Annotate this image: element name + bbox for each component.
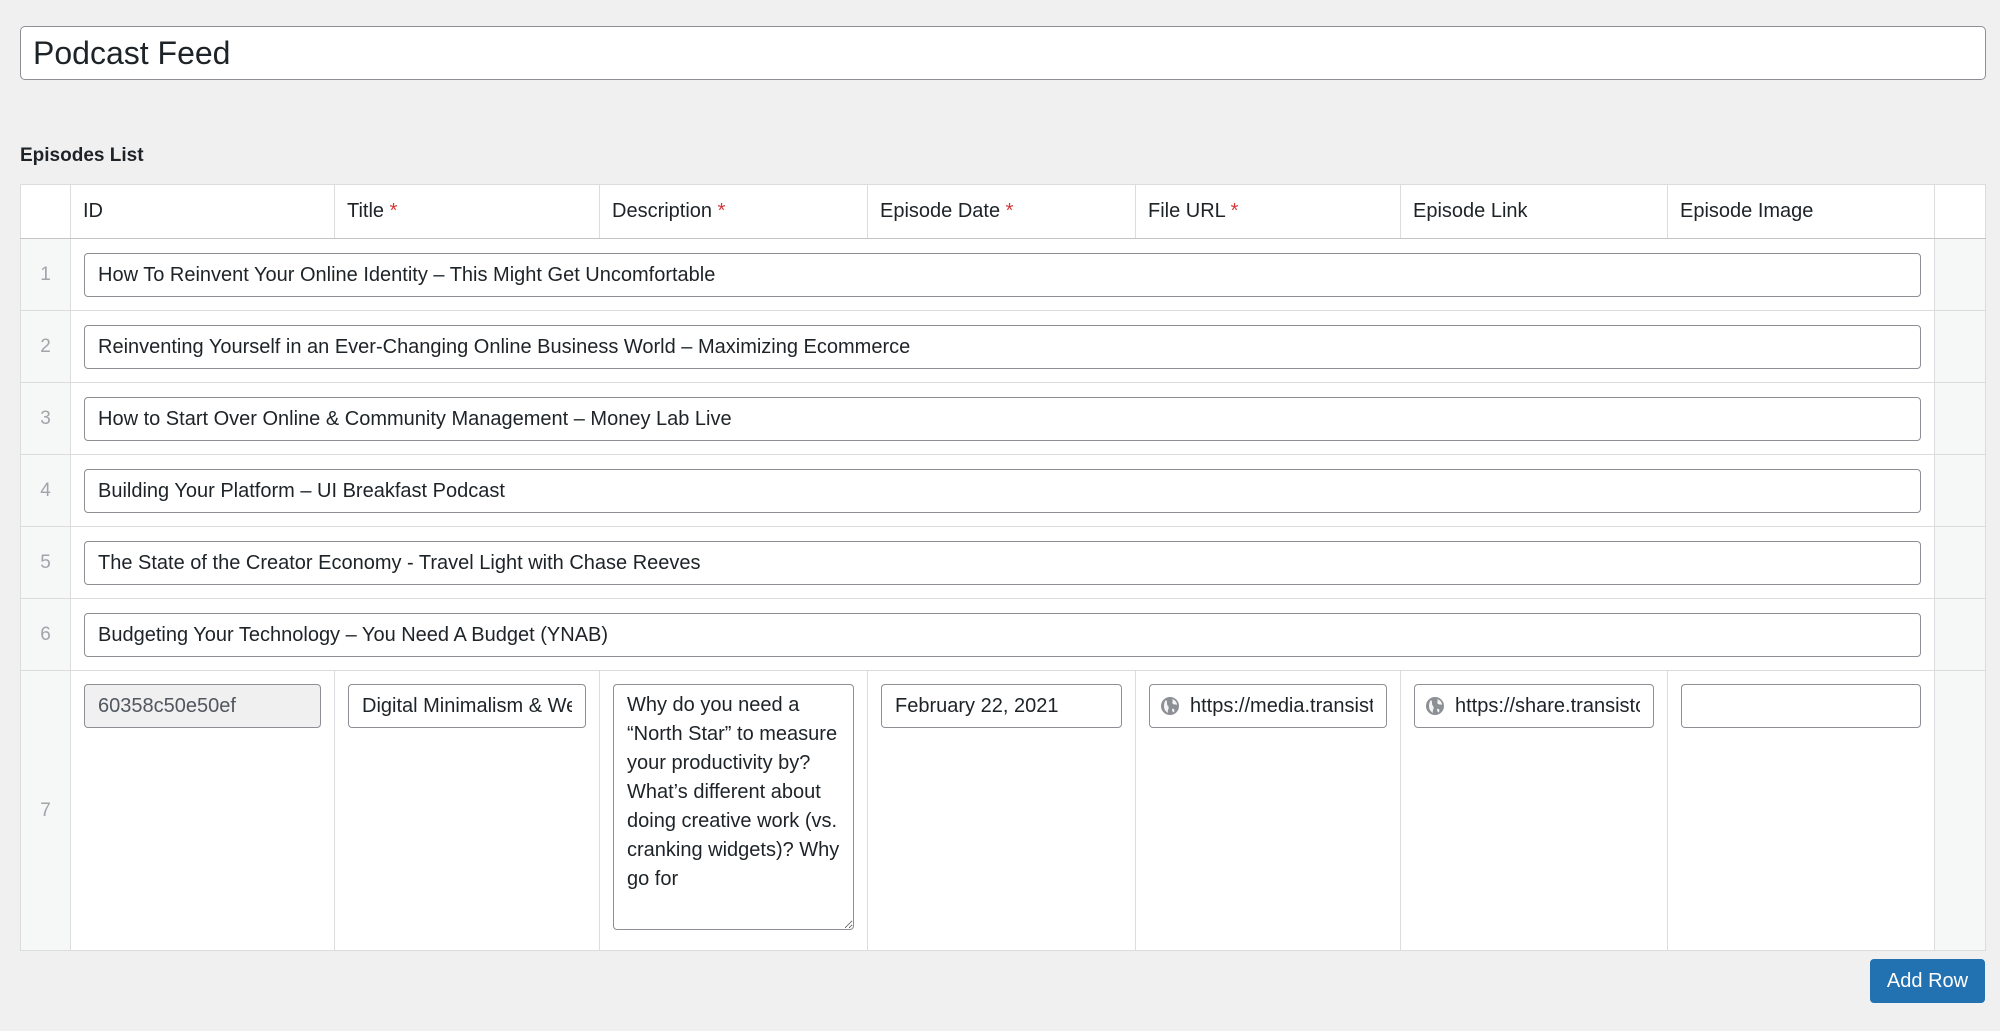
globe-icon (1426, 697, 1444, 715)
title-field[interactable] (348, 684, 586, 728)
required-marker: * (1005, 200, 1014, 222)
header-actions-cell (1934, 184, 1986, 239)
table-header-row: ID Title * Description * Episode Date * … (20, 184, 1986, 239)
row-summary-cell: Budgeting Your Technology – You Need A B… (70, 598, 1935, 671)
column-header-episode-date: Episode Date * (867, 184, 1136, 239)
row-actions (1934, 670, 1986, 951)
row-actions (1934, 526, 1986, 599)
table-row[interactable]: 4 Building Your Platform – UI Breakfast … (20, 454, 1986, 527)
post-title-input[interactable] (20, 26, 1986, 80)
required-marker: * (717, 200, 726, 222)
file-url-wrapper (1149, 684, 1387, 728)
episode-date-field[interactable] (881, 684, 1122, 728)
row-summary-cell: The State of the Creator Economy - Trave… (70, 526, 1935, 599)
table-row[interactable]: 5 The State of the Creator Economy - Tra… (20, 526, 1986, 599)
episode-image-cell (1667, 670, 1935, 951)
row-handle[interactable]: 6 (20, 598, 71, 671)
episode-link-cell (1400, 670, 1668, 951)
required-marker: * (389, 200, 398, 222)
row-summary-cell: How To Reinvent Your Online Identity – T… (70, 238, 1935, 311)
row-actions (1934, 310, 1986, 383)
row-summary[interactable]: The State of the Creator Economy - Trave… (84, 540, 1921, 585)
id-cell (70, 670, 335, 951)
row-handle[interactable]: 5 (20, 526, 71, 599)
row-summary-cell: How to Start Over Online & Community Man… (70, 382, 1935, 455)
row-summary[interactable]: Budgeting Your Technology – You Need A B… (84, 612, 1921, 657)
row-actions (1934, 238, 1986, 311)
required-marker: * (1230, 200, 1239, 222)
episode-link-wrapper (1414, 684, 1654, 728)
header-order-cell (20, 184, 71, 239)
episode-date-cell (867, 670, 1136, 951)
row-summary[interactable]: Building Your Platform – UI Breakfast Po… (84, 468, 1921, 513)
column-header-description: Description * (599, 184, 868, 239)
description-cell: Why do you need a “North Star” to measur… (599, 670, 868, 951)
id-field[interactable] (84, 684, 321, 728)
episodes-list-label: Episodes List (20, 145, 144, 166)
episodes-repeater-table: ID Title * Description * Episode Date * … (20, 184, 1986, 951)
episode-link-field[interactable] (1414, 684, 1654, 728)
row-handle[interactable]: 7 (20, 670, 71, 951)
file-url-cell (1135, 670, 1401, 951)
row-handle[interactable]: 2 (20, 310, 71, 383)
column-header-episode-image: Episode Image (1667, 184, 1935, 239)
expanded-table-row: 7 Why do you need a “North Star” to meas… (20, 670, 1986, 951)
row-summary-cell: Building Your Platform – UI Breakfast Po… (70, 454, 1935, 527)
row-summary[interactable]: How To Reinvent Your Online Identity – T… (84, 252, 1921, 297)
column-header-file-url: File URL * (1135, 184, 1401, 239)
row-summary[interactable]: Reinventing Yourself in an Ever-Changing… (84, 324, 1921, 369)
episode-image-field[interactable] (1681, 684, 1921, 728)
row-summary-cell: Reinventing Yourself in an Ever-Changing… (70, 310, 1935, 383)
description-textarea[interactable]: Why do you need a “North Star” to measur… (613, 684, 854, 930)
row-handle[interactable]: 3 (20, 382, 71, 455)
table-row[interactable]: 3 How to Start Over Online & Community M… (20, 382, 1986, 455)
table-row[interactable]: 1 How To Reinvent Your Online Identity –… (20, 238, 1986, 311)
table-row[interactable]: 6 Budgeting Your Technology – You Need A… (20, 598, 1986, 671)
column-header-title: Title * (334, 184, 600, 239)
row-actions (1934, 382, 1986, 455)
row-actions (1934, 598, 1986, 671)
row-handle[interactable]: 1 (20, 238, 71, 311)
globe-icon (1161, 697, 1179, 715)
table-row[interactable]: 2 Reinventing Yourself in an Ever-Changi… (20, 310, 1986, 383)
column-header-id: ID (70, 184, 335, 239)
title-cell (334, 670, 600, 951)
row-summary[interactable]: How to Start Over Online & Community Man… (84, 396, 1921, 441)
row-actions (1934, 454, 1986, 527)
row-handle[interactable]: 4 (20, 454, 71, 527)
add-row-button[interactable]: Add Row (1870, 959, 1985, 1003)
column-header-episode-link: Episode Link (1400, 184, 1668, 239)
file-url-field[interactable] (1149, 684, 1387, 728)
